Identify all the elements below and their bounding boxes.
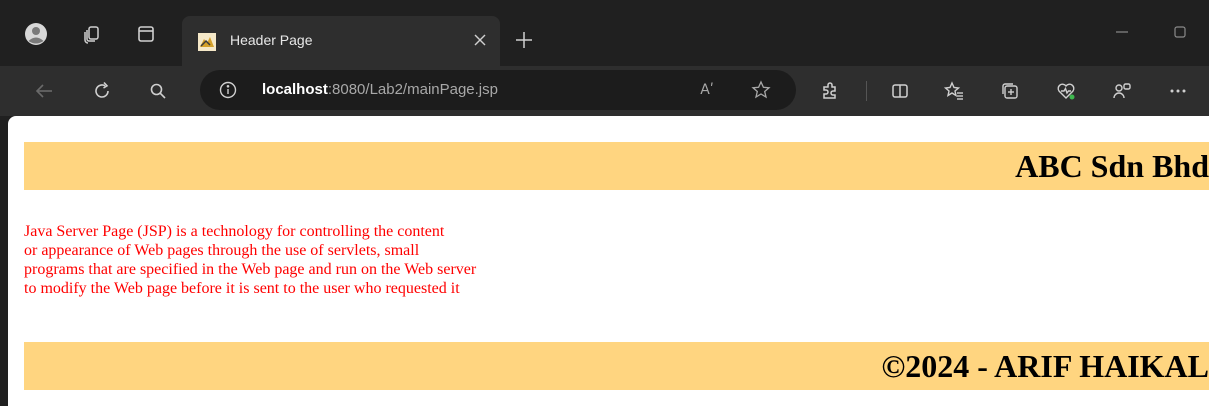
browser-essentials-icon[interactable] <box>1054 79 1078 103</box>
address-bar[interactable]: localhost:8080/Lab2/mainPage.jsp Aʹ <box>200 70 796 110</box>
workspaces-icon[interactable] <box>80 22 104 46</box>
new-tab-icon[interactable] <box>512 28 536 52</box>
tab-actions-icon[interactable] <box>134 22 158 46</box>
close-tab-icon[interactable] <box>470 30 490 50</box>
page-footer: ©2024 - ARIF HAIKAL <box>24 342 1209 390</box>
page-header: ABC Sdn Bhd <box>24 142 1209 190</box>
copilot-icon[interactable] <box>1110 79 1134 103</box>
refresh-icon[interactable] <box>90 79 114 103</box>
site-info-icon[interactable] <box>218 80 238 100</box>
favorites-icon[interactable] <box>942 79 966 103</box>
tab-strip: Header Page <box>0 0 1209 66</box>
page-viewport: ABC Sdn Bhd Java Server Page (JSP) is a … <box>8 116 1209 406</box>
url-text[interactable]: localhost:8080/Lab2/mainPage.jsp <box>262 81 498 98</box>
split-screen-icon[interactable] <box>888 79 912 103</box>
tab-title: Header Page <box>230 32 313 48</box>
footer-title: ©2024 - ARIF HAIKAL <box>881 348 1209 384</box>
toolbar-divider <box>866 81 867 101</box>
maximize-icon[interactable] <box>1168 20 1192 44</box>
more-menu-icon[interactable] <box>1166 79 1190 103</box>
read-aloud-icon[interactable]: Aʹ <box>696 79 718 101</box>
back-arrow-icon[interactable] <box>32 79 56 103</box>
tomcat-favicon-icon <box>198 33 216 51</box>
read-aloud-glyph: Aʹ <box>700 82 714 98</box>
url-host: localhost <box>262 81 328 98</box>
favorite-star-icon[interactable] <box>750 79 772 101</box>
content-line: or appearance of Web pages through the u… <box>24 242 420 259</box>
content-paragraph: Java Server Page (JSP) is a technology f… <box>24 222 664 298</box>
profile-avatar-icon[interactable] <box>24 22 48 46</box>
collections-icon[interactable] <box>998 79 1022 103</box>
extensions-icon[interactable] <box>818 79 842 103</box>
url-path: :8080/Lab2/mainPage.jsp <box>327 81 498 98</box>
active-tab[interactable]: Header Page <box>182 16 500 66</box>
content-line: to modify the Web page before it is sent… <box>24 280 460 297</box>
content-line: Java Server Page (JSP) is a technology f… <box>24 223 445 240</box>
content-line: programs that are specified in the Web p… <box>24 261 477 278</box>
browser-toolbar: localhost:8080/Lab2/mainPage.jsp Aʹ <box>0 66 1209 116</box>
header-title: ABC Sdn Bhd <box>1015 148 1209 184</box>
minimize-icon[interactable] <box>1110 20 1134 44</box>
search-icon[interactable] <box>146 79 170 103</box>
